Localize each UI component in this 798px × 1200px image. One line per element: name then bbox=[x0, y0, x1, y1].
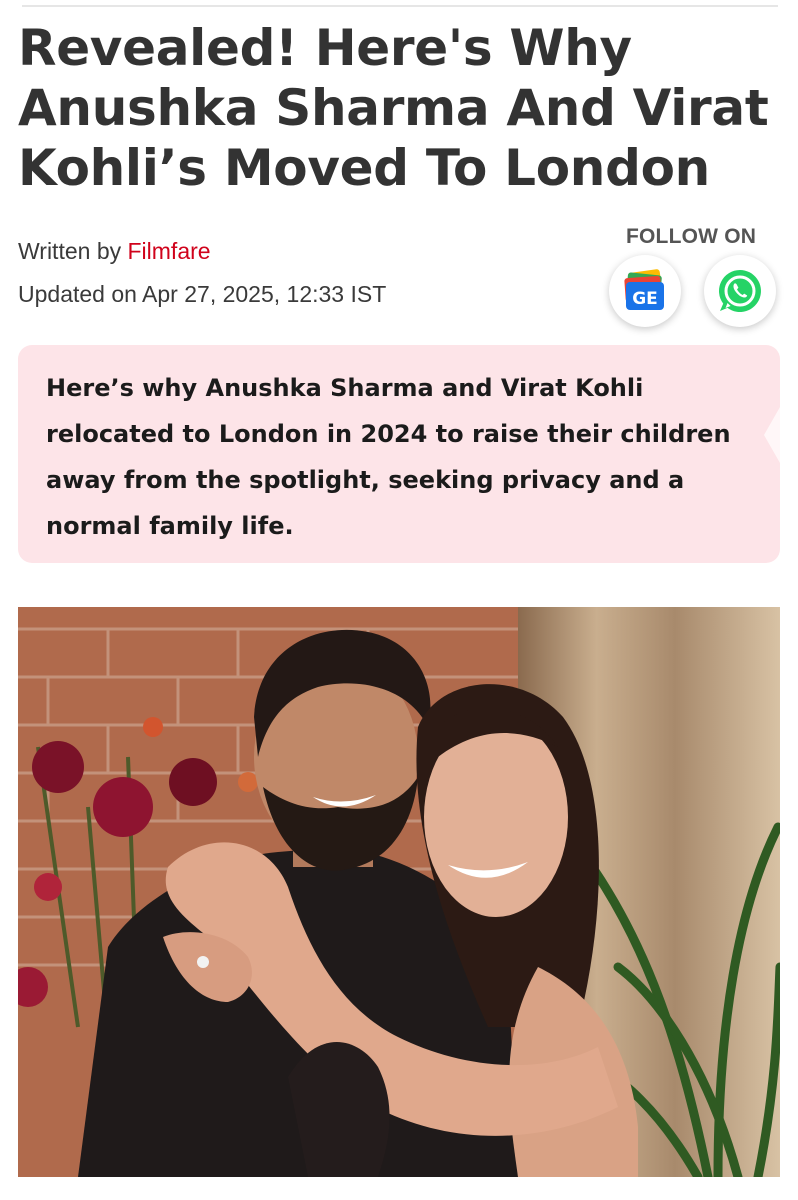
whatsapp-icon bbox=[719, 270, 761, 312]
google-news-icon: GE bbox=[624, 269, 664, 310]
article-summary: Here’s why Anushka Sharma and Virat Kohl… bbox=[46, 374, 731, 540]
article-hero-photo bbox=[18, 607, 780, 1177]
article-title: Revealed! Here's Why Anushka Sharma And … bbox=[18, 19, 769, 197]
written-by-label: Written by bbox=[18, 238, 122, 264]
top-divider bbox=[22, 0, 778, 7]
summary-notch bbox=[764, 407, 780, 463]
follow-on-label: FOLLOW ON bbox=[626, 225, 757, 248]
couple-photo-illustration bbox=[18, 607, 780, 1177]
google-news-follow-button[interactable]: GE bbox=[609, 255, 681, 327]
article-summary-box: Here’s why Anushka Sharma and Virat Kohl… bbox=[18, 345, 780, 563]
google-news-icon-text: GE bbox=[632, 289, 658, 309]
byline: Written by Filmfare bbox=[18, 238, 211, 265]
updated-date: Updated on Apr 27, 2025, 12:33 IST bbox=[18, 281, 387, 307]
author-link[interactable]: Filmfare bbox=[128, 238, 211, 264]
whatsapp-follow-button[interactable] bbox=[704, 255, 776, 327]
